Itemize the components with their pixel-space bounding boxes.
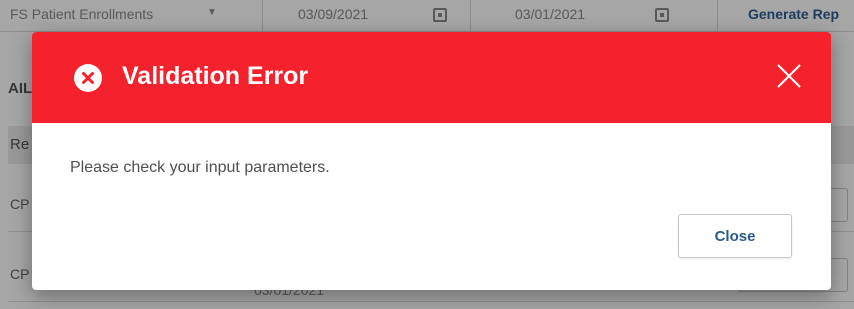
dialog-title: Validation Error <box>122 62 309 90</box>
error-circle-icon <box>74 64 102 92</box>
close-button[interactable]: Close <box>678 214 792 258</box>
dialog-header: Validation Error <box>32 32 831 123</box>
validation-error-dialog: Validation Error Please check your input… <box>32 32 831 290</box>
close-icon[interactable] <box>773 60 805 92</box>
dialog-message: Please check your input parameters. <box>70 159 330 176</box>
